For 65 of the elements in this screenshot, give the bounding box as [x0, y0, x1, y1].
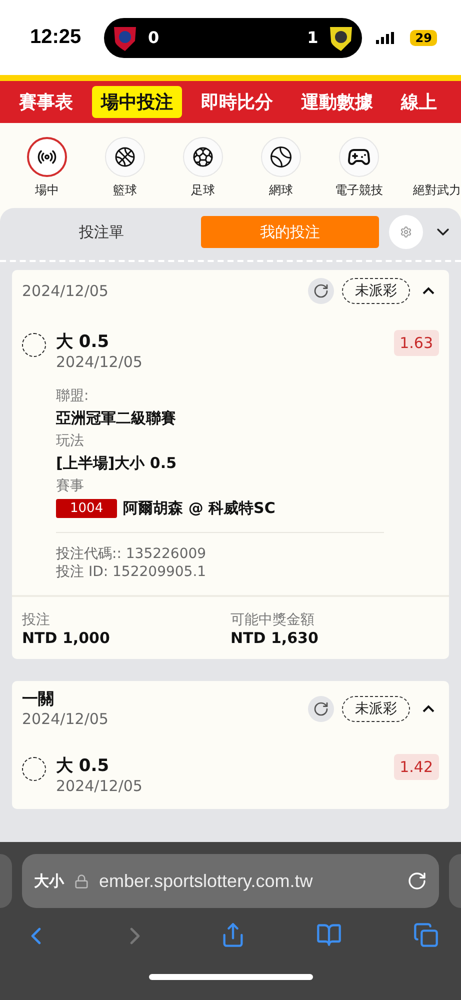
sport-item[interactable]: 籃球: [88, 137, 162, 208]
url-text: ember.sportslottery.com.tw: [99, 870, 314, 892]
tennis-ball-icon: [269, 145, 293, 169]
refresh-icon: [313, 283, 329, 299]
selection-name: 大 0.5: [56, 331, 110, 353]
sport-item[interactable]: 場中: [10, 137, 84, 208]
nav-tab[interactable]: 場中投注: [92, 86, 182, 118]
status-badge: 未派彩: [342, 696, 410, 722]
home-score: 0: [148, 28, 160, 47]
away-score: 1: [307, 28, 318, 47]
book-icon: [316, 922, 342, 948]
nav-tab[interactable]: 即時比分: [192, 86, 282, 118]
sport-item[interactable]: 網球: [244, 137, 318, 208]
stake-amount: NTD 1,000: [22, 629, 111, 647]
caret-up-icon: [422, 287, 435, 295]
status-circle-icon: [22, 757, 46, 781]
status-badge: 未派彩: [342, 278, 410, 304]
field-label: 聯盟:: [56, 387, 90, 405]
address-bar[interactable]: 大小 ember.sportslottery.com.tw: [22, 854, 439, 908]
gear-icon: [400, 226, 412, 238]
field-label: 玩法: [56, 432, 85, 450]
refresh-button[interactable]: [308, 696, 334, 722]
field-label: 賽事: [56, 477, 85, 495]
tab-edge: [449, 854, 461, 908]
status-circle-icon: [22, 333, 46, 357]
odds-value: 1.42: [394, 754, 439, 780]
selection-date: 2024/12/05: [56, 777, 144, 795]
bet-title: 一關: [22, 689, 55, 710]
signal-icon: [376, 32, 396, 44]
nav-tab[interactable]: 線上: [392, 86, 446, 118]
field-value: [上半場]大小 0.5: [56, 454, 178, 473]
nav-tab[interactable]: 賽事表: [10, 86, 82, 118]
stake-label: 投注: [22, 611, 51, 629]
payout-label: 可能中獎金額: [230, 611, 316, 629]
field-value: 阿爾胡森 @ 科威特SC: [123, 499, 276, 518]
sport-item[interactable]: 足球: [166, 137, 240, 208]
odds-value: 1.63: [394, 330, 439, 356]
settings-button[interactable]: [389, 215, 423, 249]
slip-tab[interactable]: 投注單: [12, 216, 190, 248]
status-time: 12:25: [30, 26, 82, 49]
soccer-ball-icon: [191, 145, 215, 169]
selection-date: 2024/12/05: [56, 353, 144, 371]
sport-icon-ring[interactable]: [27, 137, 67, 177]
refresh-icon: [313, 700, 329, 716]
tabs-button[interactable]: [413, 922, 439, 950]
selection-name: 大 0.5: [56, 755, 110, 777]
bet-id: 投注 ID: 152209905.1: [56, 563, 208, 581]
battery-level: 29: [410, 30, 437, 46]
field-value: 亞洲冠軍二級聯賽: [56, 409, 177, 428]
reload-icon[interactable]: [407, 871, 427, 891]
caret-up-icon: [422, 704, 435, 712]
match-code: 1004: [56, 499, 118, 518]
bet-date: 2024/12/05: [22, 710, 110, 728]
bet-date: 2024/12/05: [22, 282, 110, 300]
tabs-icon: [413, 922, 439, 948]
nav-tab[interactable]: 運動數據: [292, 86, 382, 118]
lock-icon: [74, 874, 89, 888]
basketball-icon: [113, 145, 137, 169]
text-size-button[interactable]: 大小: [34, 872, 64, 890]
sport-item[interactable]: 絕對武力: [400, 137, 461, 208]
refresh-button[interactable]: [308, 278, 334, 304]
bet-code: 投注代碼:: 135226009: [56, 545, 208, 563]
tab-edge: [0, 854, 12, 908]
payout-amount: NTD 1,630: [230, 629, 320, 647]
sport-item[interactable]: 電子競技: [322, 137, 396, 208]
